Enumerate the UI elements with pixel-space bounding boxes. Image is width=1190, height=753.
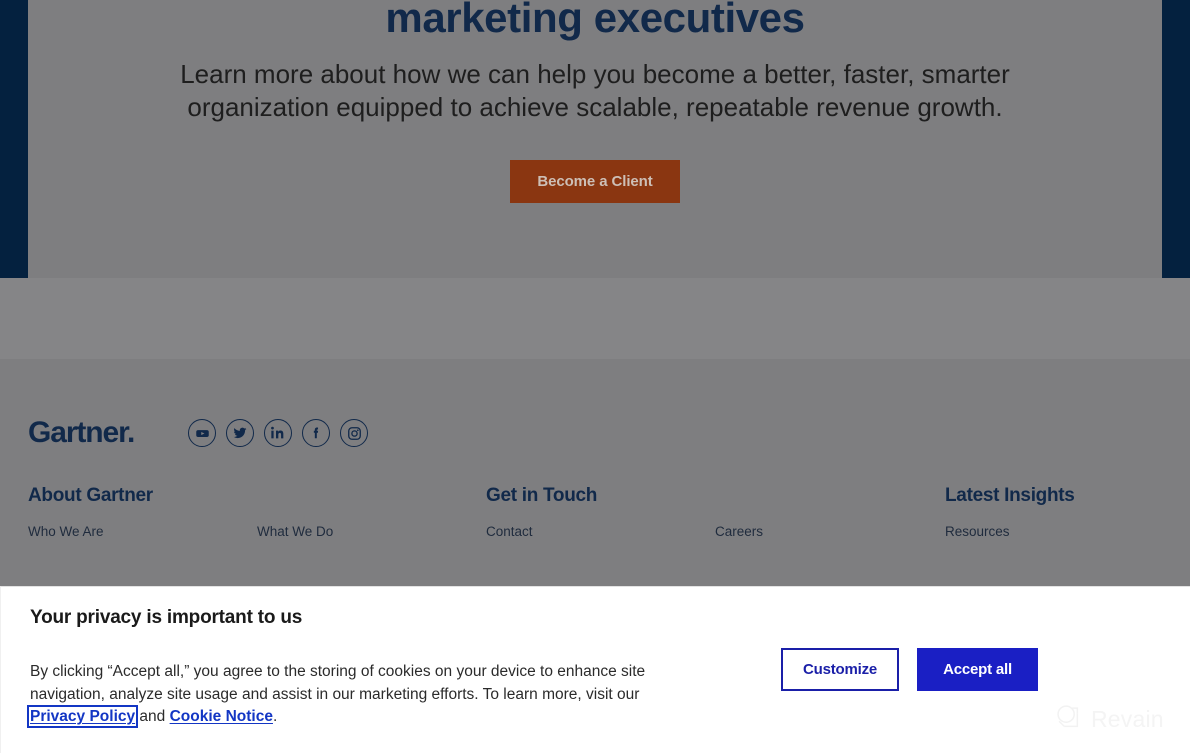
hero-right-rail — [1162, 0, 1190, 278]
cookie-notice-link[interactable]: Cookie Notice — [170, 708, 273, 725]
footer-link-columns: About Gartner Get in Touch Latest Insigh… — [28, 485, 1162, 583]
youtube-icon[interactable] — [188, 419, 217, 447]
footer-brand-row: Gartner. — [28, 416, 369, 449]
gartner-logo[interactable]: Gartner. — [28, 416, 135, 449]
facebook-icon[interactable] — [302, 419, 331, 447]
instagram-icon[interactable] — [340, 419, 369, 447]
cookie-banner-title: Your privacy is important to us — [30, 607, 303, 628]
privacy-policy-link[interactable]: Privacy Policy — [26, 705, 139, 728]
footer-link-careers[interactable]: Careers — [715, 523, 763, 541]
dimmed-page-overlay: marketing executives Learn more about ho… — [0, 0, 1190, 586]
footer-links-row-2: About Us Research & Advisory Contact Us … — [28, 548, 1162, 583]
hero-content: marketing executives Learn more about ho… — [28, 0, 1162, 278]
footer-link-contact[interactable]: Contact — [486, 523, 533, 541]
content-spacer-band — [0, 278, 1190, 359]
site-footer: Gartner. About Gartner Get in Touch Late… — [0, 359, 1190, 586]
footer-link-what-we-do[interactable]: What We Do — [257, 523, 333, 541]
accept-all-button[interactable]: Accept all — [917, 648, 1038, 691]
footer-heading-latest-insights: Latest Insights — [945, 485, 1075, 506]
hero-subheading: Learn more about how we can help you bec… — [180, 59, 1010, 122]
hero-left-rail — [0, 0, 28, 278]
cookie-body-text-and: and — [135, 708, 170, 725]
footer-column-headings: About Gartner Get in Touch Latest Insigh… — [28, 485, 1162, 513]
customize-button[interactable]: Customize — [781, 648, 899, 691]
revain-logo-icon — [1053, 702, 1083, 737]
footer-link-resources[interactable]: Resources — [945, 523, 1010, 541]
footer-heading-get-in-touch: Get in Touch — [486, 485, 598, 506]
footer-link-who-we-are[interactable]: Who We Are — [28, 523, 104, 541]
gartner-logo-text: Gartner — [28, 416, 128, 449]
revain-watermark: Revain — [1053, 702, 1164, 737]
gartner-logo-dot: . — [127, 416, 135, 449]
social-links — [188, 419, 369, 447]
footer-heading-about-gartner: About Gartner — [28, 485, 153, 506]
hero-section: marketing executives Learn more about ho… — [0, 0, 1190, 278]
linkedin-icon[interactable] — [264, 419, 293, 447]
page-title: marketing executives — [385, 0, 805, 41]
cookie-banner-body: By clicking “Accept all,” you agree to t… — [26, 661, 670, 729]
cookie-body-text-part1: By clicking “Accept all,” you agree to t… — [30, 663, 646, 703]
footer-links-row-1: Who We Are What We Do Contact Careers Re… — [28, 513, 1162, 548]
revain-watermark-text: Revain — [1091, 706, 1164, 732]
page-root: marketing executives Learn more about ho… — [0, 0, 1190, 753]
become-a-client-button[interactable]: Become a Client — [510, 160, 680, 203]
cookie-body-text-end: . — [272, 708, 278, 725]
twitter-icon[interactable] — [226, 419, 255, 447]
